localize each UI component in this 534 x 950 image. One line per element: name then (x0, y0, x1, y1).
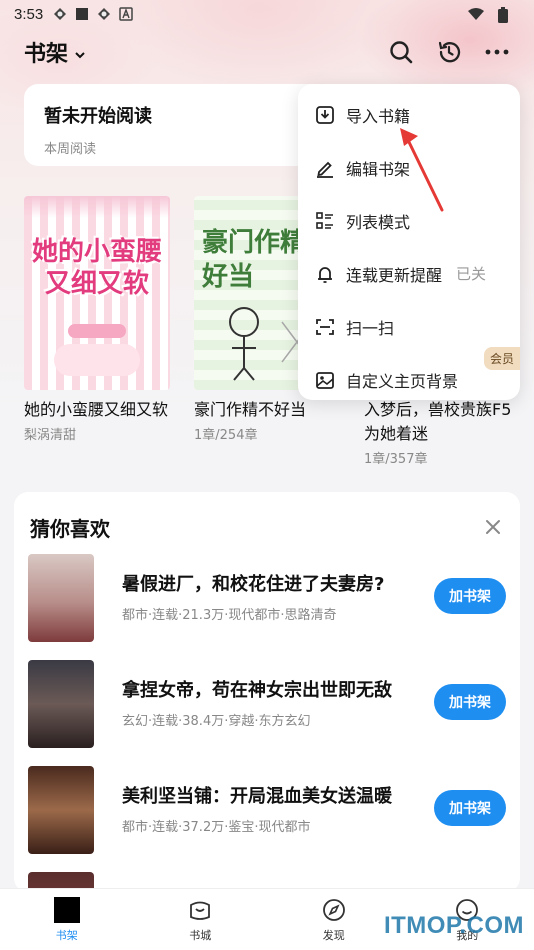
page-title: 书架 (24, 42, 69, 67)
book-meta: 都市·连载·21.3万·现代都市·思路清奇 (122, 608, 337, 623)
recommendation-title: 猜你喜欢 (30, 516, 110, 541)
recommendation-item[interactable]: 拿捏女帝，苟在神女宗出世即无敌 玄幻·连载·38.4万·穿越·东方玄幻 加书架 (28, 660, 506, 750)
book-progress: 1章/357章 (364, 452, 428, 467)
bookshelf-item[interactable]: 她的小蛮腰又细又软 她的小蛮腰又细又软 梨涡清甜 (24, 196, 170, 443)
book-title: 她的小蛮腰又细又软 (24, 400, 169, 419)
scan-icon (314, 316, 336, 338)
bookstore-icon (187, 897, 213, 923)
add-to-shelf-button[interactable]: 加书架 (434, 684, 506, 720)
annotation-arrow (400, 128, 444, 212)
history-icon[interactable] (436, 39, 462, 65)
tab-bookshelf[interactable]: 书架 (0, 889, 134, 950)
tab-label: 发现 (322, 929, 345, 942)
add-to-shelf-button[interactable]: 加书架 (434, 790, 506, 826)
menu-item-update-reminder[interactable]: 连载更新提醒 已关 (298, 247, 520, 300)
book-cover[interactable]: 她的小蛮腰又细又软 (24, 196, 170, 390)
more-icon[interactable] (484, 39, 510, 65)
close-icon[interactable] (484, 518, 502, 536)
book-title: 暑假进厂，和校花住进了夫妻房? (122, 574, 385, 595)
a-badge-icon (119, 7, 133, 21)
wifi-icon (468, 7, 484, 21)
recommendation-item[interactable]: 暑假进厂，和校花住进了夫妻房? 都市·连载·21.3万·现代都市·思路清奇 加书… (28, 554, 506, 644)
add-to-shelf-button[interactable]: 加书架 (434, 578, 506, 614)
tab-label: 书城 (189, 929, 212, 942)
book-cover-title: 她的小蛮腰又细又软 (32, 237, 163, 299)
book-meta: 都市·连载·37.2万·鉴宝·现代都市 (122, 820, 311, 835)
vip-badge: 会员 (483, 347, 520, 370)
book-author: 梨涡清甜 (24, 428, 77, 443)
status-bar: 3:53 (0, 0, 534, 28)
image-icon (314, 369, 336, 391)
book-cover[interactable] (28, 554, 94, 642)
import-icon (314, 104, 336, 126)
menu-item-label: 自定义主页背景 (346, 371, 459, 391)
menu-item-label: 连载更新提醒 (346, 265, 443, 285)
tab-label: 书架 (55, 929, 78, 942)
compass-icon (321, 897, 347, 923)
book-cover[interactable] (28, 660, 94, 748)
book-progress: 1章/254章 (194, 428, 258, 443)
reminder-status: 已关 (456, 265, 487, 283)
weekly-reading-card[interactable]: 暂未开始阅读 本周阅读 (24, 84, 324, 166)
status-time: 3:53 (14, 5, 44, 23)
chevron-down-icon[interactable] (74, 46, 86, 59)
tab-bookstore[interactable]: 书城 (134, 889, 268, 950)
search-icon[interactable] (388, 39, 414, 65)
bell-icon (314, 263, 336, 285)
menu-item-label: 扫一扫 (346, 318, 395, 338)
battery-icon (498, 7, 512, 23)
vpn-icon (53, 7, 67, 21)
watermark: ITMOP.COM (383, 912, 524, 939)
tab-discover[interactable]: 发现 (267, 889, 401, 950)
menu-item-label: 导入书籍 (346, 106, 411, 126)
top-bar: 书架 (0, 32, 534, 72)
reading-status-title: 暂未开始阅读 (44, 106, 152, 127)
book-title: 美利坚当铺：开局混血美女送温暖 (122, 786, 392, 807)
recommendation-panel: 猜你喜欢 暑假进厂，和校花住进了夫妻房? 都市·连载·21.3万·现代都市·思路… (14, 492, 520, 892)
menu-item-custom-background[interactable]: 会员 自定义主页背景 (298, 347, 520, 406)
list-icon (314, 210, 336, 232)
edit-icon (314, 157, 336, 179)
recommendation-item[interactable]: 美利坚当铺：开局混血美女送温暖 都市·连载·37.2万·鉴宝·现代都市 加书架 (28, 766, 506, 856)
app-notification-icon (75, 7, 89, 21)
book-cover[interactable] (28, 766, 94, 854)
vpn-icon-2 (97, 7, 111, 21)
book-meta: 玄幻·连载·38.4万·穿越·东方玄幻 (122, 714, 311, 729)
bookshelf-icon (53, 897, 80, 923)
menu-item-scan[interactable]: 扫一扫 (298, 300, 520, 353)
book-title: 拿捏女帝，苟在神女宗出世即无敌 (122, 680, 392, 701)
reading-status-subtitle: 本周阅读 (44, 142, 97, 157)
